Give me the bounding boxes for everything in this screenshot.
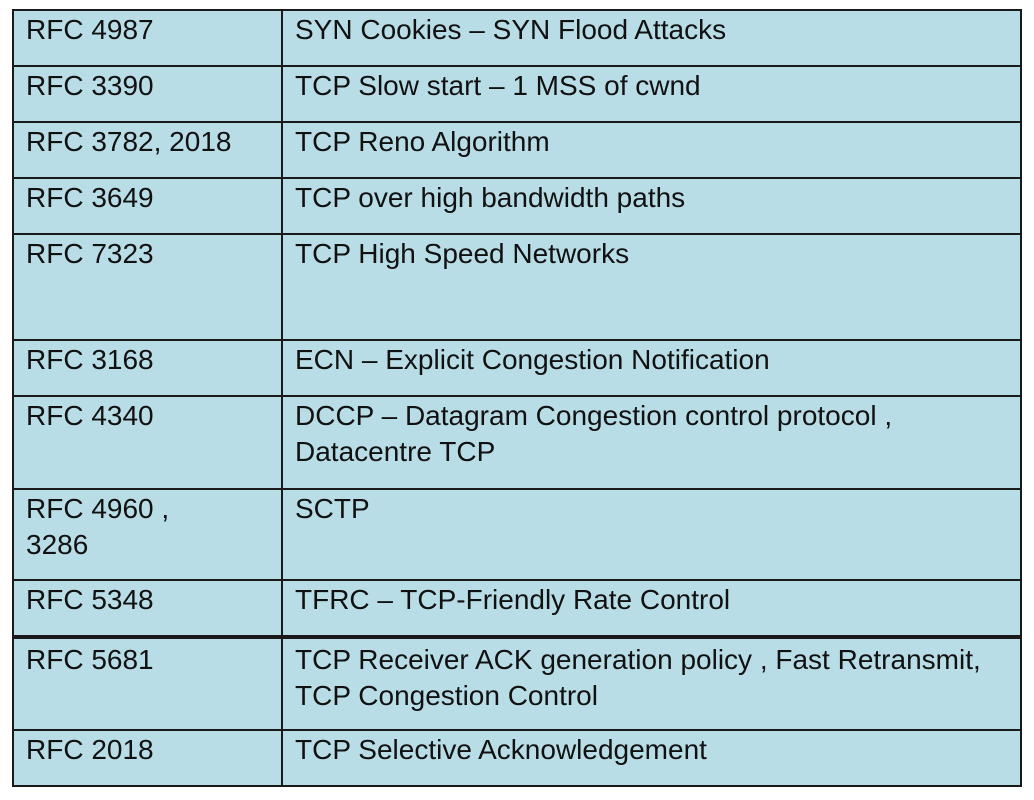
rfc-number-cell: RFC 3782, 2018: [12, 121, 283, 179]
table-row: RFC 4960 , 3286 SCTP: [12, 488, 1022, 581]
rfc-description-cell: SYN Cookies – SYN Flood Attacks: [281, 9, 1022, 67]
rfc-number-cell: RFC 5348: [12, 579, 283, 638]
table-row: RFC 3782, 2018 TCP Reno Algorithm: [12, 121, 1022, 179]
rfc-description-cell: TCP Reno Algorithm: [281, 121, 1022, 179]
table-row: RFC 4987 SYN Cookies – SYN Flood Attacks: [12, 9, 1022, 67]
rfc-description-cell: DCCP – Datagram Congestion control proto…: [281, 395, 1022, 490]
rfc-number-cell: RFC 5681: [12, 635, 283, 731]
rfc-number-cell: RFC 3168: [12, 339, 283, 397]
rfc-number-cell: RFC 3390: [12, 65, 283, 123]
rfc-number-cell: RFC 7323: [12, 233, 283, 341]
rfc-description-cell: ECN – Explicit Congestion Notification: [281, 339, 1022, 397]
rfc-number-cell: RFC 4987: [12, 9, 283, 67]
rfc-description-cell: TCP over high bandwidth paths: [281, 177, 1022, 235]
table-row: RFC 3168 ECN – Explicit Congestion Notif…: [12, 339, 1022, 397]
rfc-number-cell: RFC 2018: [12, 729, 283, 787]
rfc-description-cell: TCP High Speed Networks: [281, 233, 1022, 341]
table-row: RFC 2018 TCP Selective Acknowledgement: [12, 729, 1022, 787]
rfc-number-cell: RFC 4960 , 3286: [12, 488, 283, 581]
rfc-number-cell: RFC 3649: [12, 177, 283, 235]
rfc-description-cell: TCP Selective Acknowledgement: [281, 729, 1022, 787]
rfc-description-cell: SCTP: [281, 488, 1022, 581]
rfc-table: RFC 4987 SYN Cookies – SYN Flood Attacks…: [12, 9, 1022, 787]
table-row: RFC 5681 TCP Receiver ACK generation pol…: [12, 635, 1022, 731]
table-row: RFC 7323 TCP High Speed Networks: [12, 233, 1022, 341]
rfc-number-cell: RFC 4340: [12, 395, 283, 490]
table-row: RFC 5348 TFRC – TCP-Friendly Rate Contro…: [12, 579, 1022, 638]
table-row: RFC 3390 TCP Slow start – 1 MSS of cwnd: [12, 65, 1022, 123]
table-row: RFC 4340 DCCP – Datagram Congestion cont…: [12, 395, 1022, 490]
rfc-description-cell: TCP Slow start – 1 MSS of cwnd: [281, 65, 1022, 123]
table-row: RFC 3649 TCP over high bandwidth paths: [12, 177, 1022, 235]
rfc-description-cell: TCP Receiver ACK generation policy , Fas…: [281, 635, 1022, 731]
rfc-description-cell: TFRC – TCP-Friendly Rate Control: [281, 579, 1022, 638]
